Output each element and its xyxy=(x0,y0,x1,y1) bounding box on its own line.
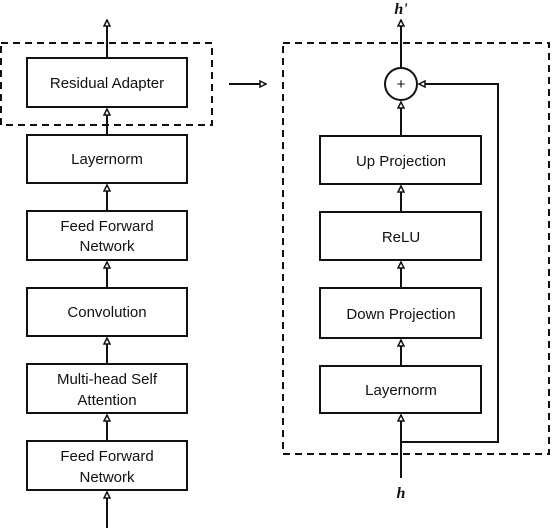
ffn-bottom-label-1: Feed Forward xyxy=(60,448,153,465)
convolution-label: Convolution xyxy=(67,304,146,321)
feed-forward-top-block: Feed Forward Network xyxy=(26,210,188,261)
ffn-top-label-2: Network xyxy=(79,238,135,255)
up-projection-label: Up Projection xyxy=(356,153,446,170)
adapter-layernorm-block: Layernorm xyxy=(319,365,482,414)
adapter-diagram: Residual Adapter Layernorm Feed Forward … xyxy=(0,1,550,528)
mhsa-label-2: Attention xyxy=(77,392,136,409)
residual-adapter-label: Residual Adapter xyxy=(50,75,164,92)
add-node: + xyxy=(384,67,418,101)
output-h-prime-label: h' xyxy=(394,1,408,18)
layernorm-label: Layernorm xyxy=(71,151,143,168)
input-h-label: h xyxy=(397,485,406,502)
mhsa-block: Multi-head Self Attention xyxy=(26,363,188,414)
residual-adapter-block: Residual Adapter xyxy=(26,57,188,108)
add-symbol: + xyxy=(397,76,406,93)
down-projection-label: Down Projection xyxy=(346,306,455,323)
mhsa-label-1: Multi-head Self xyxy=(57,371,158,388)
adapter-layernorm-label: Layernorm xyxy=(365,382,437,399)
ffn-top-label-1: Feed Forward xyxy=(60,218,153,235)
ffn-bottom-label-2: Network xyxy=(79,469,135,486)
relu-label: ReLU xyxy=(382,229,420,246)
relu-block: ReLU xyxy=(319,211,482,261)
feed-forward-bottom-block: Feed Forward Network xyxy=(26,440,188,491)
convolution-block: Convolution xyxy=(26,287,188,337)
down-projection-block: Down Projection xyxy=(319,287,482,339)
layernorm-block: Layernorm xyxy=(26,134,188,184)
up-projection-block: Up Projection xyxy=(319,135,482,185)
